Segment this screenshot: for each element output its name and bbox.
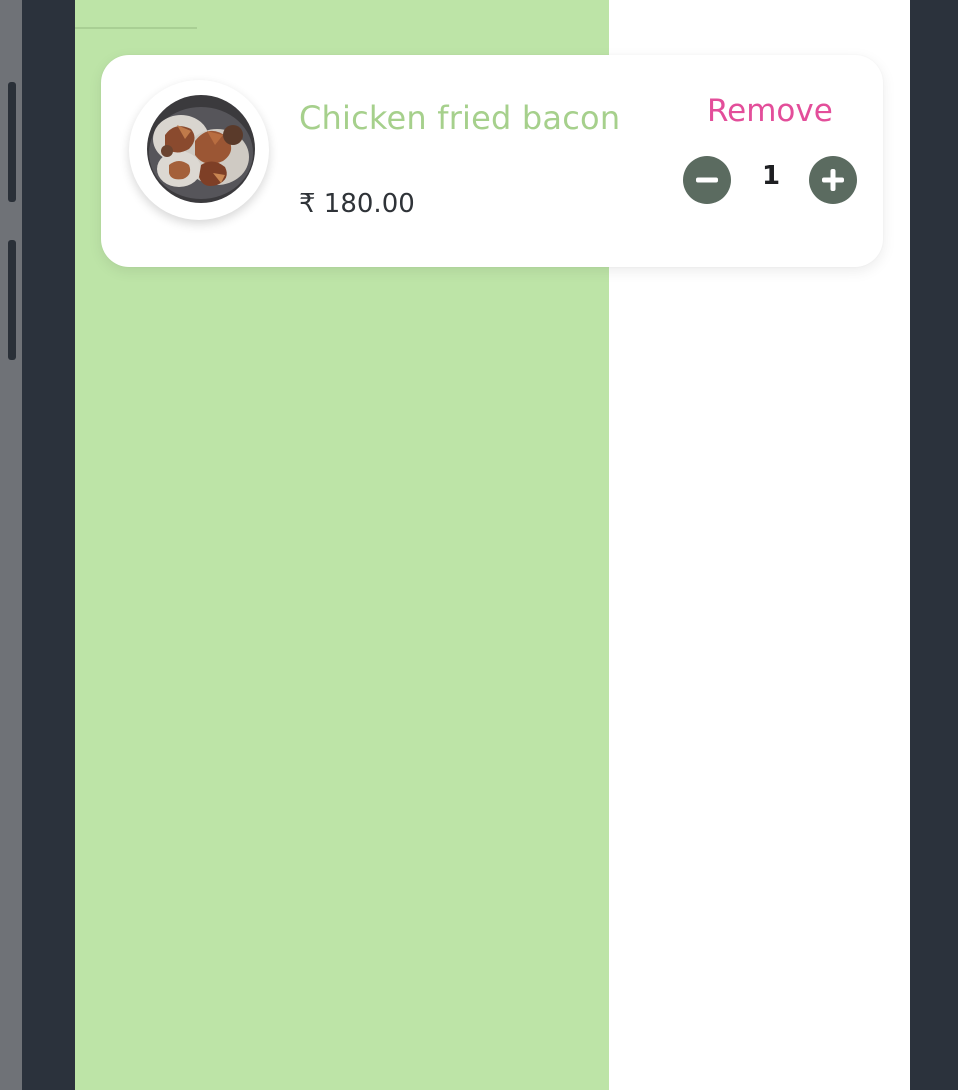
decrement-button[interactable] <box>683 156 731 204</box>
cart-item-card: Chicken fried bacon ₹ 180.00 Remove 1 <box>101 55 883 267</box>
item-thumbnail-frame <box>129 80 269 220</box>
volume-up-side-button <box>8 82 16 202</box>
plus-icon <box>822 169 844 191</box>
food-dish-image <box>147 95 255 203</box>
app-screen: Chicken fried bacon ₹ 180.00 Remove 1 <box>75 0 910 1090</box>
quantity-value: 1 <box>761 161 781 191</box>
minus-icon <box>696 177 718 183</box>
item-name: Chicken fried bacon <box>299 99 621 137</box>
item-price: ₹ 180.00 <box>299 189 415 219</box>
increment-button[interactable] <box>809 156 857 204</box>
header-divider <box>75 27 197 29</box>
remove-button[interactable]: Remove <box>707 93 833 129</box>
volume-down-side-button <box>8 240 16 360</box>
